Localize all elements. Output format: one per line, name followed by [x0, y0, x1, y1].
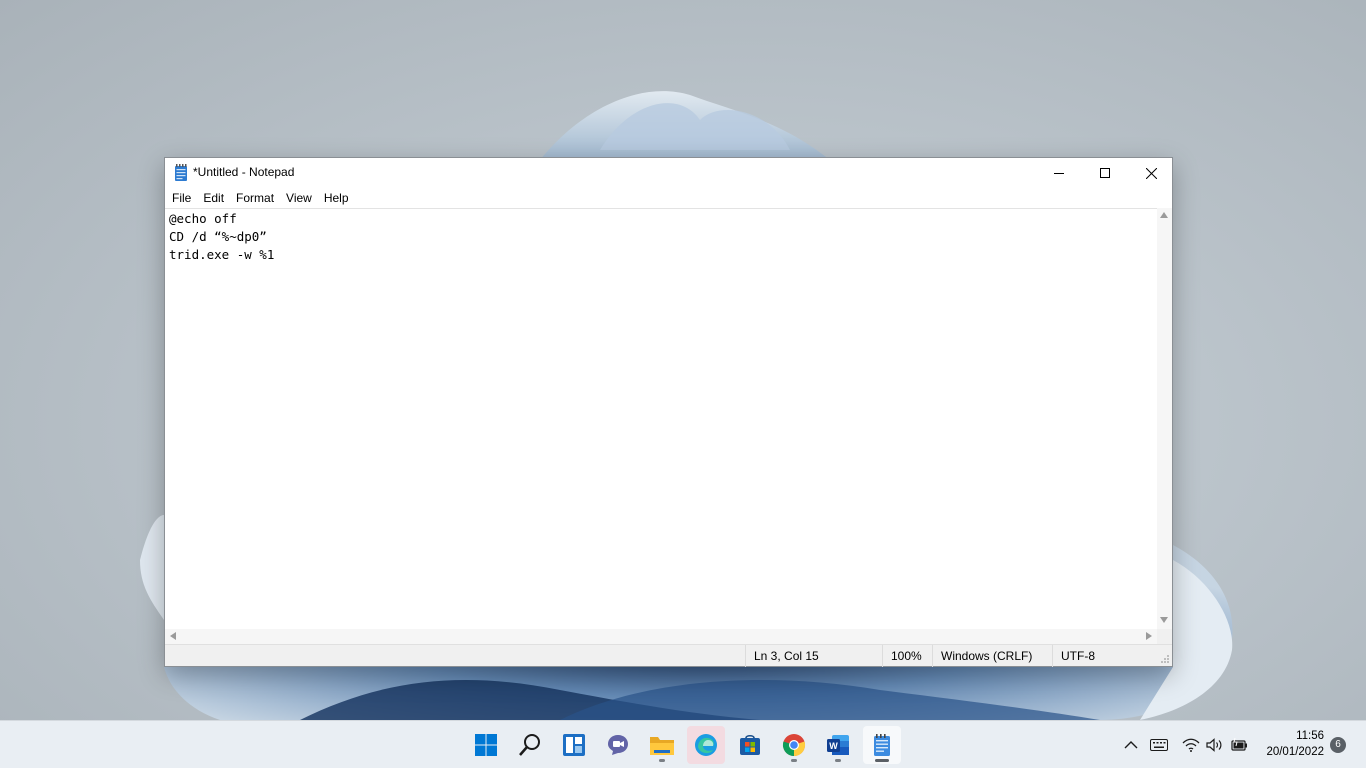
notification-badge[interactable]: 6 — [1330, 737, 1346, 753]
maximize-icon — [1100, 168, 1110, 178]
keyboard-icon — [1150, 739, 1168, 751]
file-explorer-icon — [650, 737, 674, 755]
widgets-button[interactable] — [555, 726, 593, 764]
scroll-up-icon[interactable] — [1160, 212, 1168, 218]
menu-file[interactable]: File — [167, 189, 196, 207]
editor-line: trid.exe -w %1 — [169, 247, 275, 262]
minimize-button[interactable] — [1036, 158, 1082, 188]
scroll-down-icon[interactable] — [1160, 617, 1168, 623]
search-button[interactable] — [511, 726, 549, 764]
editor-line: CD /d “%~dp0” — [169, 229, 267, 244]
edge-icon — [695, 734, 717, 756]
status-bar: Ln 3, Col 15 100% Windows (CRLF) UTF-8 — [165, 644, 1172, 667]
battery-icon — [1231, 738, 1247, 751]
volume-icon — [1206, 738, 1222, 752]
clock-date: 20/01/2022 — [1266, 746, 1324, 758]
notepad-app-icon — [175, 164, 187, 181]
notepad-taskbar-button[interactable] — [863, 726, 901, 764]
title-bar[interactable]: *Untitled - Notepad — [165, 158, 1172, 188]
chrome-button[interactable] — [775, 726, 813, 764]
edge-button[interactable] — [687, 726, 725, 764]
start-icon — [475, 734, 497, 756]
scrollbar-corner — [1157, 629, 1172, 644]
teams-chat-icon — [608, 735, 628, 755]
scroll-right-icon[interactable] — [1146, 632, 1152, 640]
widgets-icon — [563, 734, 585, 756]
input-indicator-button[interactable] — [1147, 733, 1171, 757]
taskbar: W 11:56 20/01/2022 6 — [0, 720, 1366, 768]
horizontal-scrollbar[interactable] — [165, 629, 1157, 644]
menu-edit[interactable]: Edit — [198, 189, 229, 207]
scroll-left-icon[interactable] — [170, 632, 176, 640]
chevron-up-icon — [1124, 741, 1138, 749]
battery-button[interactable] — [1227, 733, 1251, 757]
word-button[interactable]: W — [819, 726, 857, 764]
close-icon — [1145, 167, 1157, 179]
show-hidden-icons-button[interactable] — [1119, 733, 1143, 757]
clock-time: 11:56 — [1296, 730, 1324, 742]
minimize-icon — [1054, 173, 1064, 174]
running-indicator — [835, 759, 841, 762]
search-icon — [519, 734, 540, 756]
running-indicator — [791, 759, 797, 762]
menu-bar: File Edit Format View Help — [165, 188, 1172, 208]
active-indicator — [875, 759, 889, 762]
menu-view[interactable]: View — [281, 189, 317, 207]
text-editor[interactable]: @echo off CD /d “%~dp0” trid.exe -w %1 — [165, 208, 1157, 629]
status-cursor-position: Ln 3, Col 15 — [745, 645, 882, 667]
start-button[interactable] — [467, 726, 505, 764]
chrome-icon — [782, 734, 806, 757]
editor-line: @echo off — [169, 211, 237, 226]
notepad-window: *Untitled - Notepad File Edit Format Vie… — [164, 157, 1173, 667]
svg-text:W: W — [829, 741, 838, 751]
microsoft-store-button[interactable] — [731, 726, 769, 764]
running-indicator — [659, 759, 665, 762]
status-line-ending: Windows (CRLF) — [932, 645, 1052, 667]
notepad-icon — [874, 734, 890, 756]
menu-help[interactable]: Help — [319, 189, 354, 207]
menu-format[interactable]: Format — [231, 189, 279, 207]
microsoft-store-icon — [740, 734, 760, 755]
network-button[interactable] — [1179, 733, 1203, 757]
file-explorer-button[interactable] — [643, 726, 681, 764]
volume-button[interactable] — [1203, 733, 1227, 757]
close-button[interactable] — [1128, 158, 1174, 188]
vertical-scrollbar[interactable] — [1157, 208, 1172, 629]
maximize-button[interactable] — [1082, 158, 1128, 188]
wifi-icon — [1182, 738, 1200, 752]
system-clock[interactable]: 11:56 20/01/2022 — [1258, 728, 1324, 760]
status-zoom: 100% — [882, 645, 932, 667]
status-encoding: UTF-8 — [1052, 645, 1162, 667]
chat-button[interactable] — [599, 726, 637, 764]
word-icon: W — [827, 735, 849, 755]
window-title: *Untitled - Notepad — [193, 165, 295, 179]
resize-grip-icon[interactable] — [1160, 654, 1170, 664]
